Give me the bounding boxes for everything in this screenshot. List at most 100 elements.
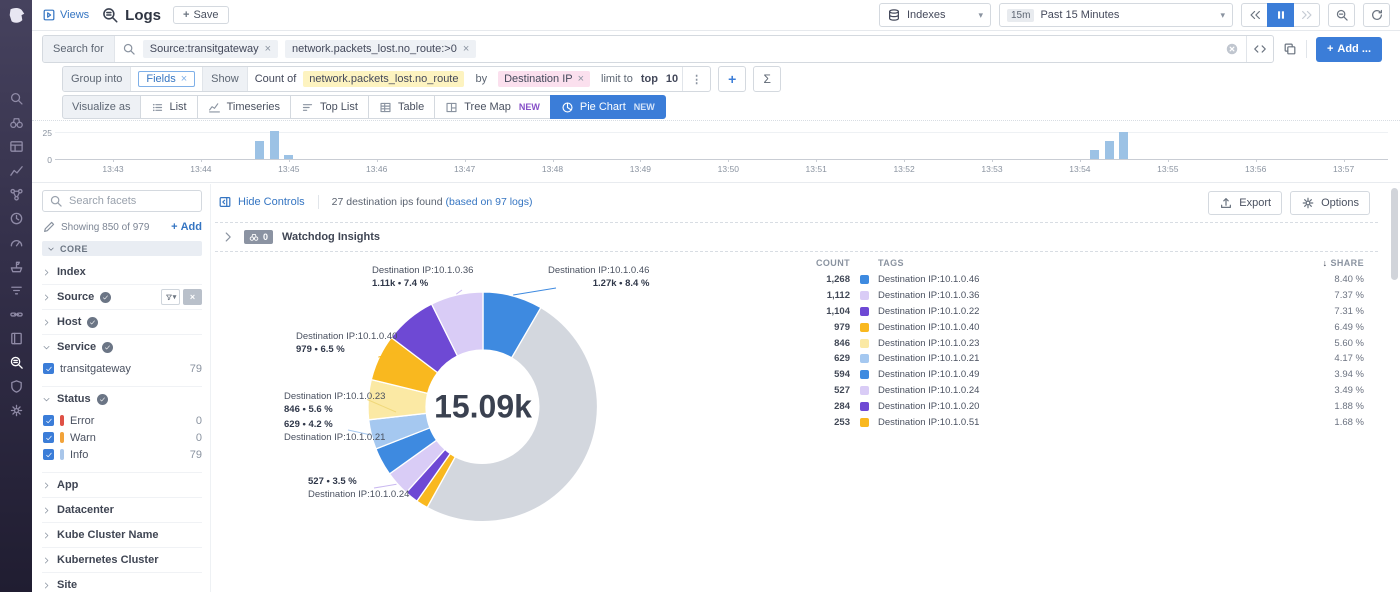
search-icon[interactable] [8,90,24,106]
remove-token-icon[interactable]: × [463,44,469,55]
hide-controls-button[interactable]: Hide Controls [218,195,305,209]
facet-value-row[interactable]: Error0 [43,412,202,429]
based-on-logs-link[interactable]: (based on 97 logs) [445,196,532,208]
integrations-icon[interactable] [8,306,24,322]
facet-app[interactable]: App [42,472,202,497]
search-facets-input[interactable]: Search facets [42,190,202,212]
limit-direction[interactable]: top [637,73,662,85]
table-row[interactable]: 979Destination IP:10.1.0.406.49 % [796,319,1364,335]
pie-slice[interactable] [432,292,483,356]
table-row[interactable]: 1,112Destination IP:10.1.0.367.37 % [796,288,1364,304]
log-search-input[interactable]: Search for Source:transitgateway×network… [42,35,1274,63]
dashboards-icon[interactable] [8,138,24,154]
facet-datacenter[interactable]: Datacenter [42,497,202,522]
log-volume-bar[interactable] [255,141,264,159]
monitors-icon[interactable] [8,210,24,226]
zoom-out-button[interactable] [1328,3,1355,27]
security-icon[interactable] [8,378,24,394]
options-button[interactable]: Options [1290,191,1370,215]
log-volume-bar[interactable] [1105,141,1114,159]
remove-token-icon[interactable]: × [265,44,271,55]
pie-slice[interactable] [417,454,455,508]
table-row[interactable]: 1,268Destination IP:10.1.0.468.40 % [796,272,1364,288]
checkbox-checked-icon[interactable] [43,415,54,426]
count-of-label[interactable]: Count of [248,73,304,85]
metrics-icon[interactable] [8,162,24,178]
search-filter-token[interactable]: Source:transitgateway× [143,40,278,58]
time-range-select[interactable]: 15m Past 15 Minutes ▾ [999,3,1233,27]
facet-remove-button[interactable]: × [183,289,202,305]
query-syntax-toggle[interactable] [1246,36,1273,62]
viz-option-table[interactable]: Table [368,95,435,119]
log-volume-timeline[interactable]: 25013:4313:4413:4513:4613:4713:4813:4913… [32,120,1400,183]
refresh-button[interactable] [1363,3,1390,27]
vertical-scrollbar[interactable] [1391,188,1398,280]
group-value-chip[interactable]: Fields × [138,71,195,87]
notebooks-icon[interactable] [8,330,24,346]
share-column-header[interactable]: ↓ SHARE [1294,258,1364,268]
checkbox-checked-icon[interactable] [43,449,54,460]
table-row[interactable]: 846Destination IP:10.1.0.235.60 % [796,335,1364,351]
formula-button[interactable]: Σ [753,66,781,92]
copy-query-button[interactable] [1283,42,1297,56]
facet-filter-button[interactable]: ▾ [161,289,180,305]
group-by-token[interactable]: Destination IP × [498,71,590,87]
table-row[interactable]: 1,104Destination IP:10.1.0.227.31 % [796,304,1364,320]
measure-token[interactable]: network.packets_lost.no_route [303,71,464,87]
synthetics-icon[interactable] [8,234,24,250]
remove-groupby-icon[interactable]: × [578,74,584,85]
checkbox-checked-icon[interactable] [43,432,54,443]
pie-slice[interactable] [406,449,450,501]
watchdog-insights-bar[interactable]: 0 Watchdog Insights [215,222,1378,252]
more-options-icon[interactable]: ⋮ [682,67,710,91]
facet-source[interactable]: Source▾× [42,284,202,309]
facet-kube-cluster-name[interactable]: Kube Cluster Name [42,522,202,547]
viz-option-top-list[interactable]: Top List [290,95,369,119]
pie-slice[interactable] [391,304,457,373]
facet-value-row[interactable]: Info79 [43,446,202,463]
viz-option-pie-chart[interactable]: Pie ChartNEW [550,95,666,119]
apm-icon[interactable] [8,186,24,202]
table-row[interactable]: 629Destination IP:10.1.0.214.17 % [796,351,1364,367]
containers-icon[interactable] [8,258,24,274]
checkbox-checked-icon[interactable] [43,363,54,374]
pencil-icon[interactable] [42,220,56,234]
export-button[interactable]: Export [1208,191,1282,215]
indexes-select[interactable]: Indexes ▾ [879,3,991,27]
table-row[interactable]: 253Destination IP:10.1.0.511.68 % [796,414,1364,430]
time-forward-button[interactable] [1293,3,1320,27]
facet-kubernetes-cluster[interactable]: Kubernetes Cluster [42,547,202,572]
pipelines-icon[interactable] [8,282,24,298]
remove-group-icon[interactable]: × [181,74,187,85]
clear-search-icon[interactable] [1225,42,1239,56]
facet-status[interactable]: Status [42,386,202,411]
table-row[interactable]: 594Destination IP:10.1.0.493.94 % [796,367,1364,383]
facet-service[interactable]: Service [42,334,202,359]
log-volume-bar[interactable] [270,131,279,159]
log-volume-bar[interactable] [1090,150,1099,159]
time-backward-button[interactable] [1241,3,1268,27]
settings-icon[interactable] [8,402,24,418]
facet-host[interactable]: Host [42,309,202,334]
table-row[interactable]: 284Destination IP:10.1.0.201.88 % [796,398,1364,414]
add-query-button[interactable]: + [718,66,746,92]
viz-option-tree-map[interactable]: Tree MapNEW [434,95,551,119]
views-button[interactable]: Views [42,8,89,22]
core-section-header[interactable]: CORE [42,241,202,256]
datadog-logo-icon[interactable] [5,5,27,27]
facet-value-row[interactable]: Warn0 [43,429,202,446]
logs-icon[interactable] [8,354,24,370]
limit-value[interactable]: 10 [662,73,682,85]
search-filter-token[interactable]: network.packets_lost.no_route:>0× [285,40,476,58]
add-facet-button[interactable]: +Add [171,221,202,233]
viz-option-list[interactable]: List [140,95,198,119]
add-widget-button[interactable]: + Add ... [1316,37,1382,62]
pie-slice[interactable] [483,292,541,358]
facet-site[interactable]: Site [42,572,202,592]
pause-live-button[interactable] [1267,3,1294,27]
facet-value-row[interactable]: transitgateway79 [43,360,202,377]
log-volume-bar[interactable] [1119,132,1128,159]
viz-option-timeseries[interactable]: Timeseries [197,95,291,119]
save-view-button[interactable]: + Save [173,6,229,24]
log-volume-bar[interactable] [284,155,293,159]
